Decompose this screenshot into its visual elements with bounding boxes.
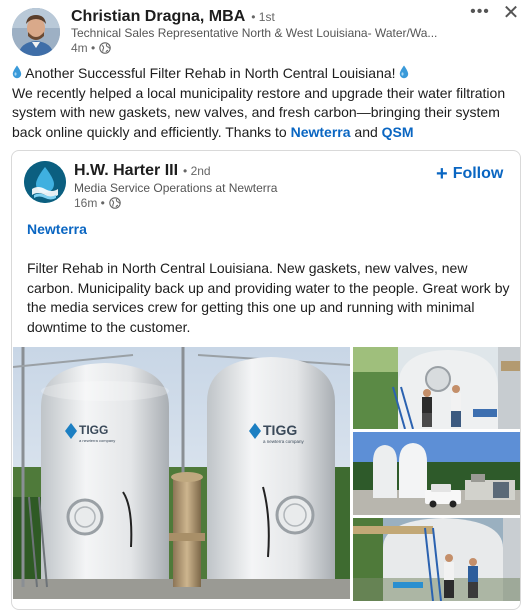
post-text: Another Successful Filter Rehab in North… <box>12 64 522 142</box>
close-icon[interactable]: ✕ <box>500 2 522 24</box>
shared-author-headline: Media Service Operations at Newterra <box>74 181 278 195</box>
water-drop-icon <box>400 65 409 79</box>
water-drop-icon <box>12 65 22 79</box>
tank-brand-sub-left: a newterra company <box>79 438 115 443</box>
photo-crew-at-tank-base[interactable] <box>353 518 520 601</box>
author-name[interactable]: Christian Dragna, MBA <box>71 8 245 26</box>
post-and-text: and <box>354 123 378 140</box>
plus-icon: + <box>436 163 448 185</box>
mention-newterra[interactable]: Newterra <box>291 124 351 140</box>
shared-author-name[interactable]: H.W. Harter III <box>74 162 178 180</box>
shared-connection-degree: • 2nd <box>183 164 211 178</box>
post-time: 4m • <box>71 41 96 55</box>
follow-button[interactable]: + Follow <box>436 163 504 185</box>
author-avatar[interactable] <box>12 8 60 56</box>
photo-crew-working-tank[interactable] <box>353 347 520 429</box>
company-link-newterra[interactable]: Newterra <box>27 221 87 237</box>
connection-degree: • 1st <box>251 10 275 24</box>
more-options-button[interactable]: ••• <box>469 4 491 24</box>
tank-brand-right: TIGG <box>263 422 297 438</box>
photo-filter-tanks[interactable]: TIGG a newterra company TIGG a newterra … <box>13 347 350 599</box>
post-body-text: We recently helped a local municipality … <box>12 84 506 140</box>
shared-post-card[interactable]: H.W. Harter III • 2nd Media Service Oper… <box>11 150 521 610</box>
author-headline: Technical Sales Representative North & W… <box>71 26 438 40</box>
tank-brand-left: TIGG <box>79 423 108 437</box>
mention-qsm[interactable]: QSM <box>382 124 414 140</box>
photo-site-overview[interactable] <box>353 432 520 515</box>
post-headline-text: Another Successful Filter Rehab in North… <box>25 65 396 81</box>
shared-post-text: Filter Rehab in North Central Louisiana.… <box>27 260 510 335</box>
follow-label: Follow <box>452 165 504 182</box>
globe-icon <box>99 42 111 54</box>
tank-brand-sub-right: a newterra company <box>263 439 305 444</box>
shared-post-time: 16m • <box>74 196 105 210</box>
globe-icon <box>109 197 121 209</box>
shared-author-logo[interactable] <box>24 161 66 203</box>
